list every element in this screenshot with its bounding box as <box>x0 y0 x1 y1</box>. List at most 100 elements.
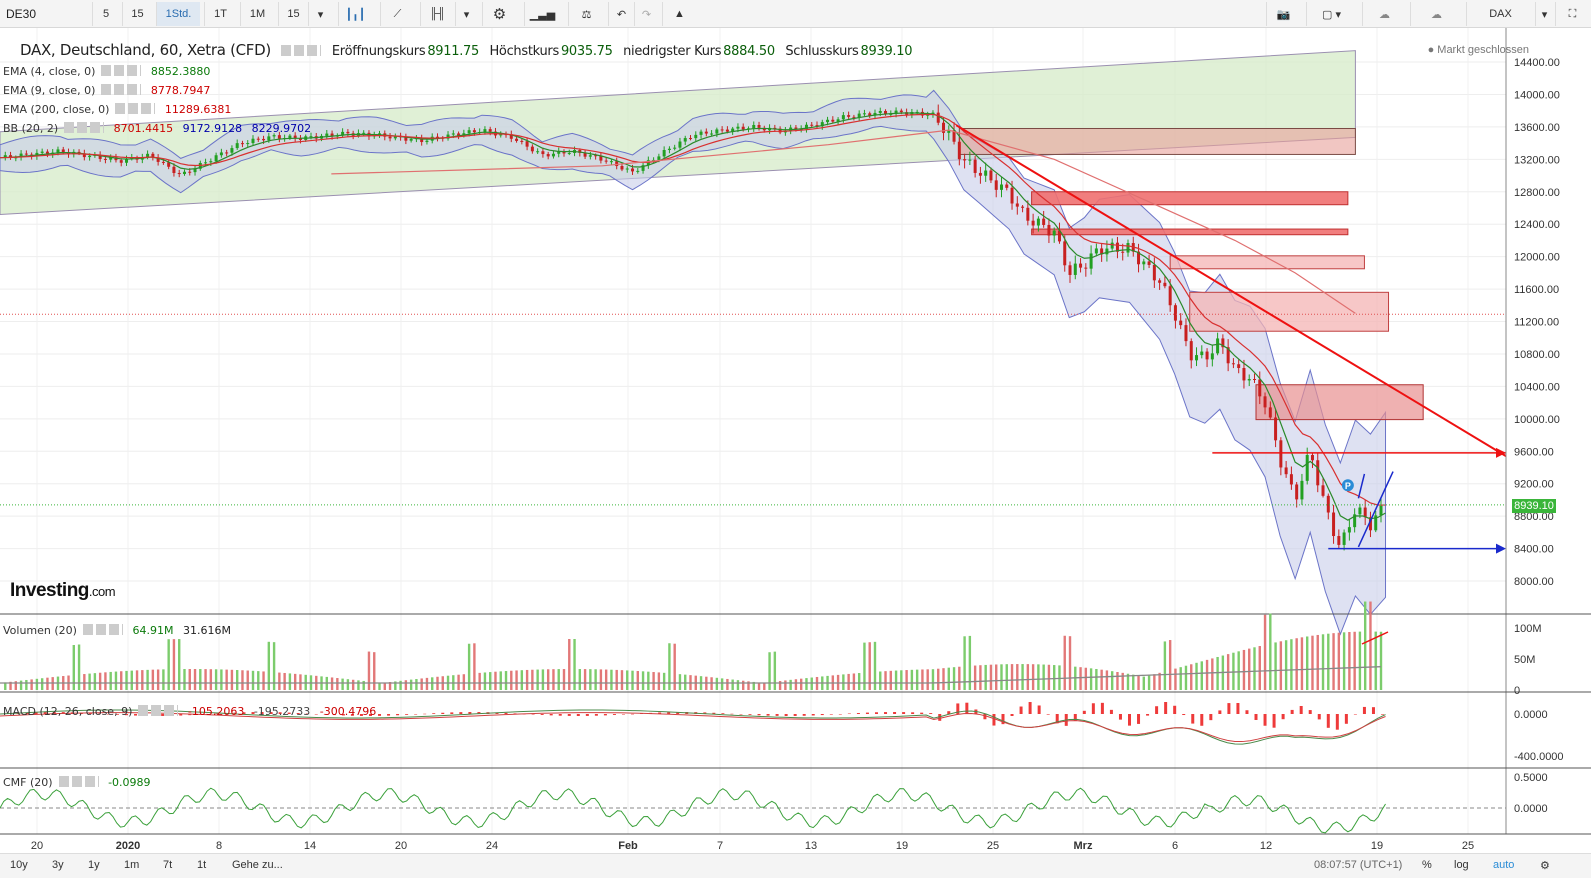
type-dropdown[interactable]: ▾ <box>455 2 477 26</box>
interval-dropdown[interactable]: ▾ <box>308 2 332 26</box>
volume-bar <box>214 669 218 690</box>
volume-bar <box>1374 631 1377 690</box>
price-tick-label: 14000.00 <box>1514 89 1560 101</box>
settings-button[interactable]: ⚙ <box>482 2 516 26</box>
candle-body <box>1189 341 1193 361</box>
volume-bar <box>973 665 977 690</box>
candle-body <box>1242 368 1246 381</box>
auto-toggle[interactable]: auto <box>1493 859 1514 871</box>
volume-bar <box>346 679 350 690</box>
candlestick-type-button[interactable]: ┃╻┃ <box>338 2 372 26</box>
volume-bar <box>483 672 487 690</box>
volume-bar <box>879 671 882 690</box>
volume-label: Volumen (20) <box>3 624 77 637</box>
candle-body <box>1231 363 1235 365</box>
ema4-legend[interactable]: EMA (4, close, 0) 8852.3880 <box>3 65 210 78</box>
layout-dropdown[interactable]: ▢ ▾ <box>1306 2 1356 26</box>
bb-legend[interactable]: BB (20, 2) 8701.4415 9172.9128 8229.9702 <box>3 122 311 135</box>
log-toggle[interactable]: log <box>1454 859 1469 871</box>
volume-bar <box>1021 664 1024 690</box>
price-tick-label: 8000.00 <box>1514 576 1554 588</box>
candle-body <box>388 136 392 139</box>
volume-bar <box>652 672 655 690</box>
redo-button[interactable]: ↷ <box>634 2 658 26</box>
indicators-icon: ▁▃▅ <box>529 8 556 21</box>
macd-histogram-bar <box>1082 710 1086 714</box>
ema9-legend[interactable]: EMA (9, close, 0) 8778.7947 <box>3 84 210 97</box>
compare-button[interactable]: ⚖ <box>568 2 604 26</box>
symbol-dropdown[interactable]: ▾ <box>1535 2 1553 26</box>
low-value: 8884.50 <box>723 44 775 59</box>
volume-bar <box>457 674 460 690</box>
fullscreen-icon: ⛶ <box>1568 7 1577 20</box>
range-1y[interactable]: 1y <box>88 859 100 871</box>
symbol-right-label[interactable]: DAX <box>1466 2 1534 26</box>
cmf-legend[interactable]: CMF (20) -0.0989 <box>3 776 151 789</box>
cloud-load-button[interactable]: ☁ <box>1362 2 1406 26</box>
fullscreen-button[interactable]: ⛶ <box>1555 2 1589 26</box>
range-1m[interactable]: 1m <box>124 859 139 871</box>
candle-body <box>1168 286 1172 306</box>
ema4-tools-icon[interactable] <box>101 65 142 76</box>
volume-bar <box>995 664 998 690</box>
range-3y[interactable]: 3y <box>52 859 64 871</box>
macd-histogram-bar <box>874 712 878 714</box>
volume-bar <box>262 671 265 690</box>
ema200-tools-icon[interactable] <box>115 103 156 114</box>
chevron-down-icon: ▾ <box>463 8 470 21</box>
candle-body <box>219 152 223 156</box>
cloud-save-button[interactable]: ☁ <box>1410 2 1462 26</box>
scale-icon: ⚖ <box>581 8 592 21</box>
candle-body <box>472 130 476 133</box>
ema9-tools-icon[interactable] <box>101 84 142 95</box>
candle-body <box>515 138 519 141</box>
volume-tools-icon[interactable] <box>82 624 123 635</box>
volume-legend[interactable]: Volumen (20) 64.91M 31.616M <box>3 624 231 637</box>
candle-body <box>936 112 940 123</box>
indicators-button[interactable]: ▁▃▅ <box>524 2 560 26</box>
macd-legend[interactable]: MACD (12, 26, close, 9) -105.2063 -195.2… <box>3 705 376 718</box>
ema9-value: 8778.7947 <box>150 84 211 97</box>
candle-body <box>209 161 213 163</box>
candle-body <box>826 119 830 123</box>
macd-histogram-bar <box>459 712 463 714</box>
macd-histogram-bar <box>567 714 571 716</box>
alert-button[interactable]: ▲ <box>662 2 696 26</box>
interval-5m-button[interactable]: 5 <box>92 2 119 26</box>
interval-15m-button[interactable]: 15 <box>122 2 152 26</box>
volume-bar <box>1311 635 1314 690</box>
macd-tools-icon[interactable] <box>138 705 179 716</box>
bar-type-button[interactable]: ╟╢ <box>420 2 454 26</box>
volume-bar <box>499 671 502 690</box>
line-tool-button[interactable]: ⟋ <box>380 2 414 26</box>
settings-bottom-button[interactable]: ⚙ <box>1540 859 1550 872</box>
range-7t[interactable]: 7t <box>163 859 172 871</box>
ema200-legend[interactable]: EMA (200, close, 0) 11289.6381 <box>3 103 231 116</box>
volume-bar <box>25 679 28 690</box>
title-tools-icon[interactable] <box>281 45 322 56</box>
open-label: Eröffnungskurs <box>331 44 426 59</box>
price-chart[interactable]: P 14400.0014000.0013600.0013200.0012800.… <box>0 28 1591 853</box>
macd-histogram-bar <box>1308 710 1312 714</box>
snapshot-button[interactable]: 📷 <box>1266 2 1300 26</box>
cmf-tools-icon[interactable] <box>58 776 99 787</box>
volume-bar <box>1005 664 1008 690</box>
interval-custom-button[interactable]: 15 <box>278 2 308 26</box>
candle-body <box>24 153 28 155</box>
volume-bar <box>799 678 803 690</box>
range-1t[interactable]: 1t <box>197 859 206 871</box>
interval-1h-button[interactable]: 1Std. <box>156 2 200 26</box>
symbol-label[interactable]: DE30 <box>6 7 36 21</box>
volume-bar <box>546 669 550 690</box>
ema9-label: EMA (9, close, 0) <box>3 84 96 97</box>
percent-toggle[interactable]: % <box>1422 859 1432 871</box>
candle-body <box>741 126 745 130</box>
bb-tools-icon[interactable] <box>64 122 105 133</box>
candlestick-icon: ┃╻┃ <box>345 8 366 21</box>
goto-date[interactable]: Gehe zu... <box>232 859 283 871</box>
volume-bar <box>979 665 982 690</box>
range-10y[interactable]: 10y <box>10 859 28 871</box>
undo-button[interactable]: ↶ <box>608 2 634 26</box>
interval-1m-button[interactable]: 1M <box>240 2 274 26</box>
interval-1d-button[interactable]: 1T <box>204 2 236 26</box>
